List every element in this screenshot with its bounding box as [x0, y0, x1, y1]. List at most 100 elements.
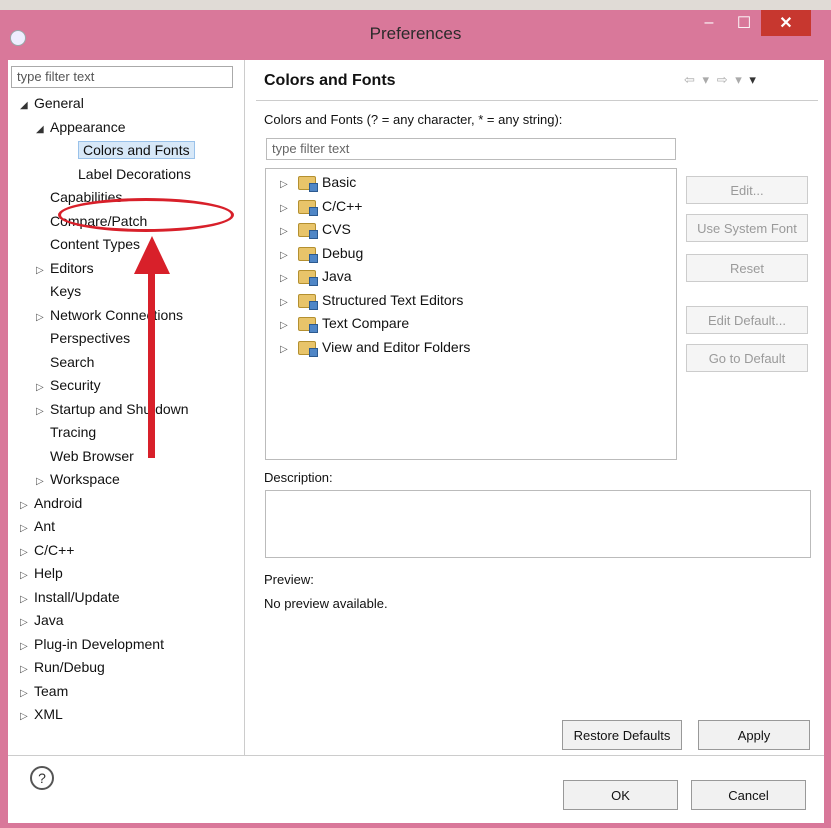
edit-button[interactable]: Edit... [686, 176, 808, 204]
arrow-head [134, 236, 170, 274]
footer-divider [8, 755, 824, 756]
tree-item[interactable]: Content Types [36, 233, 140, 255]
tree-item[interactable]: ▷ Ant [20, 515, 55, 537]
tree-item[interactable]: Keys [36, 280, 81, 302]
tree-item[interactable]: ▷ Java [20, 609, 64, 631]
collapsed-arrow-icon[interactable]: ▷ [280, 174, 294, 196]
use-system-font-button[interactable]: Use System Font [686, 214, 808, 242]
expanded-arrow-icon[interactable]: ◢ [36, 119, 50, 141]
collapsed-arrow-icon[interactable]: ▷ [36, 471, 50, 493]
collapsed-arrow-icon[interactable]: ▷ [20, 612, 34, 634]
colors-fonts-tree[interactable]: ▷ Basic ▷ C/C++ ▷ CVS ▷ Debug ▷ Java ▷ Structured T… [265, 168, 677, 460]
category-folder-icon [298, 176, 318, 193]
collapsed-arrow-icon[interactable]: ▷ [20, 542, 34, 564]
category-item[interactable]: ▷ Debug [280, 242, 363, 264]
tree-item-label: Team [34, 682, 69, 699]
tree-filter-input[interactable]: type filter text [11, 66, 233, 88]
colors-filter-input[interactable]: type filter text [266, 138, 676, 160]
tree-item[interactable]: ▷ Security [36, 374, 101, 396]
collapsed-arrow-icon[interactable]: ▷ [280, 245, 294, 267]
close-button[interactable]: ✕ [761, 10, 811, 36]
cancel-button[interactable]: Cancel [691, 780, 806, 810]
category-folder-icon [298, 340, 318, 357]
dialog-client-area: type filter text ◢ General ◢ Appearance Colo… [8, 60, 824, 823]
tree-item[interactable]: Tracing [36, 421, 96, 443]
apply-button[interactable]: Apply [698, 720, 810, 750]
category-folder-icon [298, 270, 318, 287]
collapsed-arrow-icon[interactable]: ▷ [20, 589, 34, 611]
forward-icon[interactable]: ⇨ [717, 72, 730, 87]
category-item[interactable]: ▷ View and Editor Folders [280, 336, 470, 358]
tree-item[interactable]: ◢ Appearance [36, 116, 126, 138]
collapsed-arrow-icon[interactable]: ▷ [20, 565, 34, 587]
preview-label: Preview: [264, 572, 314, 587]
restore-defaults-button[interactable]: Restore Defaults [562, 720, 682, 750]
window-frame: Preferences – ☐ ✕ type filter text ◢ Gene… [0, 0, 831, 828]
category-label: View and Editor Folders [322, 338, 471, 355]
collapsed-arrow-icon[interactable]: ▷ [20, 706, 34, 728]
category-item[interactable]: ▷ C/C++ [280, 195, 362, 217]
collapsed-arrow-icon[interactable]: ▷ [20, 495, 34, 517]
collapsed-arrow-icon[interactable]: ▷ [280, 315, 294, 337]
collapsed-arrow-icon[interactable]: ▷ [20, 518, 34, 540]
category-item[interactable]: ▷ CVS [280, 218, 351, 240]
tree-item[interactable]: ▷ Workspace [36, 468, 120, 490]
background-window-strip [0, 0, 831, 10]
expanded-arrow-icon[interactable]: ◢ [20, 95, 34, 117]
highlight-ellipse [58, 198, 234, 232]
collapsed-arrow-icon[interactable]: ▷ [20, 659, 34, 681]
history-nav[interactable]: ⇦ ▾ ⇨ ▾ ▾ [684, 72, 758, 88]
help-icon[interactable]: ? [30, 766, 54, 790]
tree-item[interactable]: ▷ C/C++ [20, 539, 74, 561]
forward-dropdown-icon[interactable]: ▾ [735, 72, 744, 87]
tree-item[interactable]: ▷ Run/Debug [20, 656, 105, 678]
edit-default-button[interactable]: Edit Default... [686, 306, 808, 334]
collapsed-arrow-icon[interactable]: ▷ [280, 268, 294, 290]
category-folder-icon [298, 199, 318, 216]
tree-item[interactable]: ▷ Team [20, 680, 68, 702]
collapsed-arrow-icon[interactable]: ▷ [280, 198, 294, 220]
go-to-default-button[interactable]: Go to Default [686, 344, 808, 372]
tree-item[interactable]: ▷ Editors [36, 257, 94, 279]
description-box [265, 490, 811, 558]
collapsed-arrow-icon[interactable]: ▷ [36, 377, 50, 399]
view-menu-icon[interactable]: ▾ [749, 72, 758, 87]
reset-button[interactable]: Reset [686, 254, 808, 282]
collapsed-arrow-icon[interactable]: ▷ [280, 221, 294, 243]
tree-item[interactable]: ◢ General [20, 92, 84, 114]
tree-item-label: Android [34, 494, 83, 511]
title-bar[interactable]: Preferences – ☐ ✕ [0, 10, 831, 60]
tree-item[interactable]: ▷ XML [20, 703, 63, 725]
category-item[interactable]: ▷ Basic [280, 171, 356, 193]
collapsed-arrow-icon[interactable]: ▷ [36, 307, 50, 329]
tree-item[interactable]: Label Decorations [64, 163, 191, 185]
collapsed-arrow-icon[interactable]: ▷ [36, 401, 50, 423]
category-item[interactable]: ▷ Text Compare [280, 312, 409, 334]
minimize-button[interactable]: – [692, 10, 726, 36]
tree-item[interactable]: Search [36, 351, 94, 373]
tree-item[interactable]: ▷ Plug-in Development [20, 633, 164, 655]
category-item[interactable]: ▷ Structured Text Editors [280, 289, 463, 311]
tree-item[interactable]: ▷ Android [20, 492, 82, 514]
collapsed-arrow-icon[interactable]: ▷ [20, 636, 34, 658]
back-dropdown-icon[interactable]: ▾ [703, 72, 712, 87]
tree-item[interactable]: ▷ Network Connections [36, 304, 183, 326]
maximize-button[interactable]: ☐ [727, 10, 761, 36]
collapsed-arrow-icon[interactable]: ▷ [36, 260, 50, 282]
category-label: Text Compare [322, 315, 410, 331]
arrow-shaft [148, 272, 155, 458]
collapsed-arrow-icon[interactable]: ▷ [280, 339, 294, 361]
preferences-tree-panel: type filter text ◢ General ◢ Appearance Colo… [8, 60, 245, 755]
tree-item[interactable]: Web Browser [36, 445, 134, 467]
back-icon[interactable]: ⇦ [684, 72, 697, 87]
tree-item-selected[interactable]: Colors and Fonts [64, 139, 195, 161]
category-folder-icon [298, 317, 318, 334]
ok-button[interactable]: OK [563, 780, 678, 810]
category-item[interactable]: ▷ Java [280, 265, 352, 287]
tree-item[interactable]: ▷ Install/Update [20, 586, 120, 608]
tree-item[interactable]: Perspectives [36, 327, 130, 349]
tree-item[interactable]: ▷ Startup and Shutdown [36, 398, 189, 420]
collapsed-arrow-icon[interactable]: ▷ [280, 292, 294, 314]
tree-item[interactable]: ▷ Help [20, 562, 63, 584]
collapsed-arrow-icon[interactable]: ▷ [20, 683, 34, 705]
